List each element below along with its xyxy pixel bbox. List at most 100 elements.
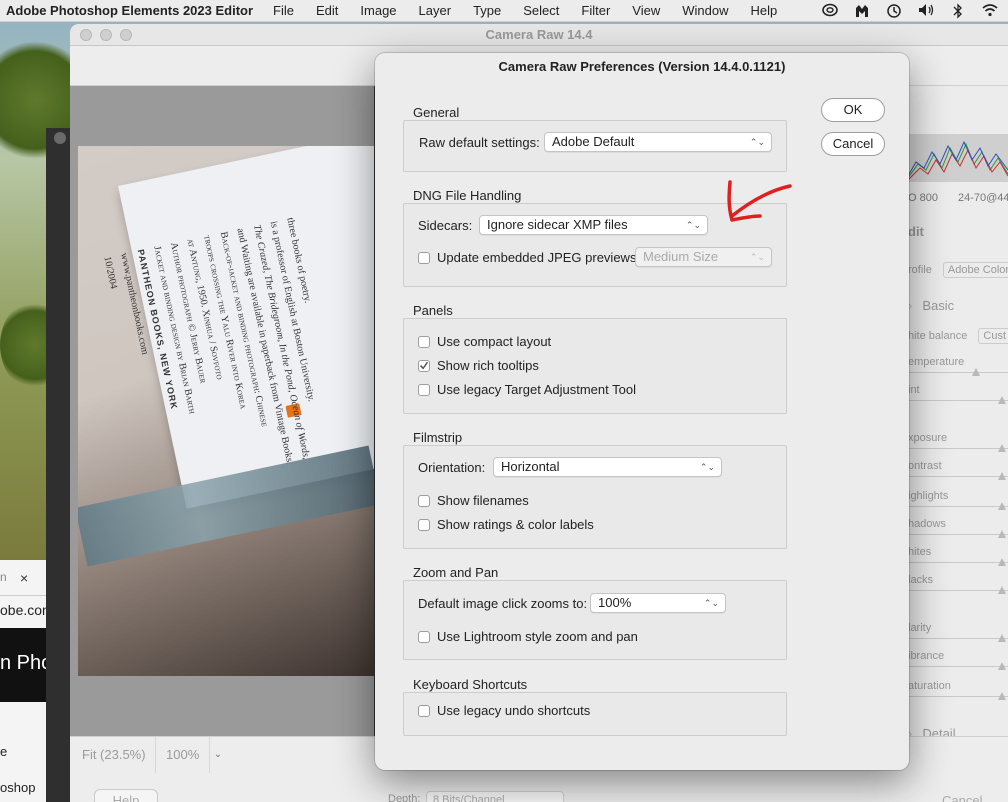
chevron-down-icon[interactable]: ⌄ bbox=[210, 737, 226, 773]
cancel-button[interactable]: Cancel bbox=[821, 132, 885, 156]
highlights-slider[interactable]: ighlights bbox=[908, 490, 1008, 510]
default-zoom-value: 100% bbox=[598, 595, 632, 610]
show-filenames-row[interactable]: Show filenames bbox=[418, 493, 529, 508]
slider-label: lacks bbox=[908, 574, 934, 586]
saturation-slider[interactable]: aturation bbox=[908, 680, 1008, 700]
wifi-icon[interactable] bbox=[982, 3, 998, 19]
menu-help[interactable]: Help bbox=[751, 3, 778, 18]
browser-page-text: e bbox=[0, 744, 8, 759]
lightroom-zoom-label: Use Lightroom style zoom and pan bbox=[437, 629, 638, 644]
update-jpeg-checkbox[interactable] bbox=[418, 251, 430, 264]
close-tab-icon[interactable]: × bbox=[20, 570, 28, 586]
show-filenames-label: Show filenames bbox=[437, 493, 529, 508]
creative-cloud-icon[interactable] bbox=[822, 3, 838, 19]
browser-tab-title[interactable]: n bbox=[0, 570, 7, 584]
menu-filter[interactable]: Filter bbox=[581, 3, 610, 18]
menu-window[interactable]: Window bbox=[682, 3, 728, 18]
zoom-fit-button[interactable]: Fit (23.5%) bbox=[70, 737, 156, 773]
update-jpeg-checkbox-row[interactable]: Update embedded JPEG previews: bbox=[418, 250, 640, 265]
vibrance-slider[interactable]: ibrance bbox=[908, 650, 1008, 670]
show-filenames-checkbox[interactable] bbox=[418, 494, 430, 507]
filmstrip-group-label: Filmstrip bbox=[409, 430, 467, 445]
rich-tooltips-checkbox[interactable] bbox=[418, 359, 430, 372]
slider-label: larity bbox=[908, 622, 932, 634]
depth-select[interactable]: 8 Bits/Channel bbox=[426, 791, 564, 802]
chevron-updown-icon: ⌃⌄ bbox=[703, 598, 719, 608]
show-ratings-checkbox[interactable] bbox=[418, 518, 430, 531]
dng-group-label: DNG File Handling bbox=[409, 188, 526, 203]
detail-section[interactable]: › Detail bbox=[908, 726, 956, 736]
slider-label: ighlights bbox=[908, 490, 949, 502]
preview-size-select[interactable]: Medium Size ⌃⌄ bbox=[635, 247, 772, 267]
bluetooth-icon[interactable] bbox=[950, 3, 966, 19]
menu-edit[interactable]: Edit bbox=[316, 3, 338, 18]
raw-default-select[interactable]: Adobe Default ⌃⌄ bbox=[544, 132, 772, 152]
legacy-undo-checkbox[interactable] bbox=[418, 704, 430, 717]
close-window-icon[interactable] bbox=[80, 29, 92, 41]
detail-label: Detail bbox=[922, 726, 956, 736]
basic-section[interactable]: › Basic bbox=[908, 298, 954, 313]
zoom-window-icon[interactable] bbox=[120, 29, 132, 41]
depth-label: Depth: bbox=[388, 793, 421, 802]
white-balance-label: hite balance bbox=[908, 330, 968, 342]
legacy-undo-row[interactable]: Use legacy undo shortcuts bbox=[418, 703, 590, 718]
keyboard-shortcuts-group-label: Keyboard Shortcuts bbox=[409, 677, 532, 692]
app-name-menu[interactable]: Adobe Photoshop Elements 2023 Editor bbox=[6, 3, 253, 18]
shadows-slider[interactable]: hadows bbox=[908, 518, 1008, 538]
default-zoom-select[interactable]: 100% ⌃⌄ bbox=[590, 593, 726, 613]
orientation-select[interactable]: Horizontal ⌃⌄ bbox=[493, 457, 722, 477]
camera-raw-preferences-dialog: Camera Raw Preferences (Version 14.4.0.1… bbox=[375, 53, 909, 770]
compact-layout-checkbox[interactable] bbox=[418, 335, 430, 348]
help-button[interactable]: Help bbox=[94, 789, 158, 802]
lightroom-zoom-checkbox[interactable] bbox=[418, 630, 430, 643]
menu-bar: Adobe Photoshop Elements 2023 Editor Fil… bbox=[0, 0, 1008, 22]
slider-track bbox=[908, 534, 1008, 535]
menu-file[interactable]: File bbox=[273, 3, 294, 18]
zoom-pan-group-label: Zoom and Pan bbox=[409, 565, 503, 580]
lightroom-zoom-row[interactable]: Use Lightroom style zoom and pan bbox=[418, 629, 638, 644]
rich-tooltips-row[interactable]: Show rich tooltips bbox=[418, 358, 539, 373]
clarity-slider[interactable]: larity bbox=[908, 622, 1008, 642]
menu-select[interactable]: Select bbox=[523, 3, 559, 18]
volume-icon[interactable] bbox=[918, 3, 934, 19]
camera-raw-titlebar: Camera Raw 14.4 bbox=[70, 24, 1008, 46]
profile-select[interactable]: Adobe Color bbox=[942, 262, 1008, 278]
tint-slider[interactable]: int bbox=[908, 384, 1008, 404]
cancel-main-button[interactable]: Cancel bbox=[942, 793, 982, 802]
camera-info: O 800 24-70@44 bbox=[908, 192, 1008, 204]
whites-slider[interactable]: hites bbox=[908, 546, 1008, 566]
slider-label: ibrance bbox=[908, 650, 945, 662]
slider-label: int bbox=[908, 384, 920, 396]
legacy-tat-row[interactable]: Use legacy Target Adjustment Tool bbox=[418, 382, 636, 397]
compact-layout-row[interactable]: Use compact layout bbox=[418, 334, 551, 349]
sidecars-select[interactable]: Ignore sidecar XMP files ⌃⌄ bbox=[479, 215, 708, 235]
basic-label: Basic bbox=[922, 298, 955, 313]
slider-label: ontrast bbox=[908, 460, 942, 472]
slider-track bbox=[908, 476, 1008, 477]
minimize-window-icon[interactable] bbox=[100, 29, 112, 41]
malwarebytes-icon[interactable] bbox=[854, 3, 870, 19]
zoom-100-button[interactable]: 100% bbox=[156, 737, 210, 773]
show-ratings-row[interactable]: Show ratings & color labels bbox=[418, 517, 594, 532]
ok-button[interactable]: OK bbox=[821, 98, 885, 122]
profile-label: rofile bbox=[908, 264, 932, 276]
update-jpeg-label: Update embedded JPEG previews: bbox=[437, 250, 641, 265]
temperature-slider[interactable]: emperature bbox=[908, 356, 1008, 376]
slider-track bbox=[908, 448, 1008, 449]
menu-type[interactable]: Type bbox=[473, 3, 501, 18]
raw-default-label: Raw default settings: bbox=[419, 135, 540, 150]
window-control-icon[interactable] bbox=[54, 132, 66, 144]
blacks-slider[interactable]: lacks bbox=[908, 574, 1008, 594]
menu-view[interactable]: View bbox=[632, 3, 660, 18]
white-balance-select[interactable]: Cust bbox=[978, 328, 1008, 344]
legacy-tat-label: Use legacy Target Adjustment Tool bbox=[437, 382, 636, 397]
histogram bbox=[908, 134, 1008, 182]
image-preview-area[interactable]: three books of poetry. is a professor of… bbox=[70, 86, 374, 736]
menu-layer[interactable]: Layer bbox=[419, 3, 452, 18]
iso-value: O 800 bbox=[908, 192, 938, 204]
menu-image[interactable]: Image bbox=[360, 3, 396, 18]
exposure-slider[interactable]: xposure bbox=[908, 432, 1008, 452]
legacy-tat-checkbox[interactable] bbox=[418, 383, 430, 396]
time-machine-icon[interactable] bbox=[886, 3, 902, 19]
contrast-slider[interactable]: ontrast bbox=[908, 460, 1008, 480]
